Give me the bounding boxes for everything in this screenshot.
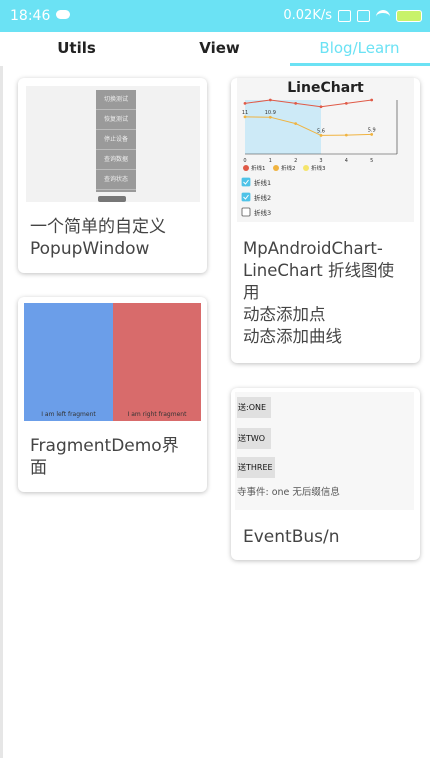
series-point: [319, 105, 323, 109]
series-point: [294, 122, 298, 126]
series-point: [319, 134, 323, 137]
status-right: 0.02K/s: [283, 8, 422, 23]
x-tick-label: 2: [294, 158, 297, 164]
x-tick-label: 0: [243, 158, 246, 164]
series-point: [268, 98, 272, 102]
popup-menu: 切换测试 恢复测试 停止设备 查询数据 查询状态: [96, 90, 136, 192]
popup-handle: [98, 196, 126, 202]
cloud-icon: [56, 10, 70, 19]
series-point: [344, 133, 348, 137]
checkbox: [241, 192, 251, 202]
event-result-text: 寺事件: one 无后缀信息: [237, 487, 340, 498]
card-fragment-demo[interactable]: I am left fragment I am right fragment F…: [18, 297, 207, 492]
series-point: [243, 101, 247, 105]
checkbox: [241, 207, 251, 217]
tab-view[interactable]: View: [148, 32, 291, 66]
data-label: 5.6: [317, 128, 325, 134]
popup-menu-item: 切换测试: [96, 90, 136, 110]
series-point: [344, 101, 348, 105]
x-tick-label: 4: [345, 158, 348, 164]
send-three-button[interactable]: 送THREE: [237, 457, 275, 478]
series-point: [370, 98, 374, 102]
send-one-button[interactable]: 送:ONE: [237, 397, 271, 418]
series-point: [243, 115, 247, 119]
checkbox-label: 折线3: [254, 208, 271, 217]
checkbox-label: 折线1: [254, 178, 271, 187]
mute-icon: [338, 9, 351, 22]
net-speed: 0.02K/s: [283, 8, 332, 23]
checkbox-label: 折线2: [254, 193, 271, 202]
checkbox: [241, 177, 251, 187]
card-linechart[interactable]: LineChart 0 1 2 3 4 5 11 10.9 5.6 5.9 折线1 折线2 折线3 折线1…: [231, 78, 420, 363]
send-two-button[interactable]: 送TWO: [237, 428, 271, 449]
scroll-edge: [0, 66, 3, 758]
chart-svg: 0 1 2 3 4 5 11 10.9 5.6 5.9 折线1 折线2 折线3 折线1 折线2 折线3: [241, 98, 398, 217]
tab-bar: Utils View Blog/Learn: [0, 32, 430, 66]
card-title: MpAndroidChart- LineChart 折线图使 用 动态添加点 动…: [243, 239, 394, 346]
data-label: 5.9: [368, 127, 376, 133]
battery-icon: [396, 9, 422, 22]
popup-menu-item: 停止设备: [96, 130, 136, 150]
x-tick-label: 1: [269, 158, 272, 164]
legend-marker: [303, 165, 309, 171]
series-point: [268, 115, 272, 119]
data-label: 10.9: [265, 110, 276, 116]
popup-menu-item: 查询状态: [96, 170, 136, 190]
card-title: EventBus/n: [243, 527, 340, 547]
tab-utils[interactable]: Utils: [5, 32, 148, 66]
status-bar: 18:46 0.02K/s: [0, 0, 430, 32]
right-fragment-label: I am right fragment: [127, 411, 187, 418]
right-fragment-preview: I am right fragment: [113, 303, 201, 421]
chart-highlight-band: [245, 100, 321, 154]
popup-menu-item: 恢复测试: [96, 110, 136, 130]
status-time: 18:46: [10, 8, 51, 24]
popup-menu-item: 查询数据: [96, 150, 136, 170]
card-title: 一个简单的自定义 PopupWindow: [30, 217, 166, 259]
left-fragment-preview: I am left fragment: [24, 303, 113, 421]
card-title: FragmentDemo界 面: [30, 436, 179, 478]
legend-label: 折线3: [311, 164, 326, 172]
legend-marker: [243, 165, 249, 171]
series-point: [370, 133, 374, 136]
linechart-preview: LineChart 0 1 2 3 4 5 11 10.9 5.6 5.9 折线1 折线2 折线3 折线1…: [237, 78, 414, 222]
legend-marker: [273, 165, 279, 171]
sim-icon: [357, 9, 370, 22]
wifi-icon: [376, 9, 390, 22]
legend-label: 折线2: [281, 164, 296, 172]
tab-indicator: [290, 63, 430, 66]
tab-blog-learn[interactable]: Blog/Learn: [288, 32, 430, 66]
eventbus-preview: 送:ONE 送TWO 送THREE 寺事件: one 无后缀信息: [235, 392, 414, 510]
x-tick-label: 5: [370, 158, 373, 164]
legend-label: 折线1: [251, 164, 266, 172]
card-eventbus[interactable]: 送:ONE 送TWO 送THREE 寺事件: one 无后缀信息 EventBu…: [231, 388, 420, 560]
x-tick-label: 3: [319, 158, 322, 164]
card-popup-window[interactable]: 切换测试 恢复测试 停止设备 查询数据 查询状态 一个简单的自定义 PopupW…: [18, 78, 207, 273]
series-point: [294, 101, 298, 105]
data-label: 11: [242, 110, 248, 116]
popup-preview-image: 切换测试 恢复测试 停止设备 查询数据 查询状态: [26, 86, 200, 202]
left-fragment-label: I am left fragment: [41, 411, 96, 418]
